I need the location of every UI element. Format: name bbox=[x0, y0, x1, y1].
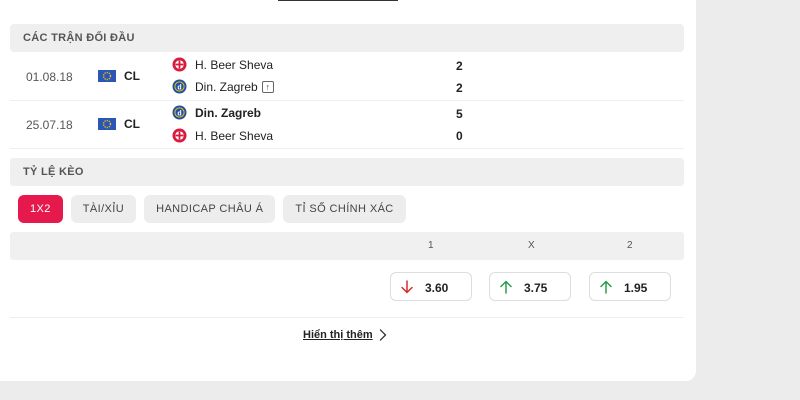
odd-away-button[interactable]: 1.95 bbox=[589, 272, 671, 301]
home-team: H. Beer Sheva bbox=[172, 57, 273, 72]
h2h-match-row[interactable]: 01.08.18 CL H. Beer Sheva 2 d Din. Zagre… bbox=[10, 53, 684, 101]
match-date: 25.07.18 bbox=[26, 118, 73, 132]
odd-value: 1.95 bbox=[624, 281, 648, 295]
competition-label: CL bbox=[124, 117, 140, 131]
h2h-title: CÁC TRẬN ĐỐI ĐẦU bbox=[23, 32, 135, 44]
tab-asian-handicap[interactable]: HANDICAP CHÂU Á bbox=[144, 195, 276, 223]
europe-flag-icon bbox=[98, 70, 116, 82]
team-name: Din. Zagreb bbox=[195, 105, 262, 120]
svg-text:d: d bbox=[177, 84, 181, 91]
home-score: 2 bbox=[456, 59, 463, 73]
tab-correct-score[interactable]: TỈ SỐ CHÍNH XÁC bbox=[283, 195, 406, 223]
show-more-link[interactable]: Hiển thị thêm bbox=[303, 329, 387, 341]
home-team: d Din. Zagreb bbox=[172, 105, 261, 120]
team-name: H. Beer Sheva bbox=[195, 128, 274, 143]
tab-over-under[interactable]: TÀI/XỈU bbox=[70, 195, 137, 223]
chevron-right-icon bbox=[379, 329, 386, 341]
column-away: 2 bbox=[627, 240, 633, 251]
away-team: d Din. Zagreb ↑ bbox=[172, 79, 274, 94]
odd-draw-button[interactable]: 3.75 bbox=[489, 272, 571, 301]
beer-sheva-logo-icon bbox=[172, 128, 187, 143]
show-more-label: Hiển thị thêm bbox=[303, 329, 373, 341]
away-team: H. Beer Sheva bbox=[172, 128, 273, 143]
dinamo-zagreb-logo-icon: d bbox=[172, 105, 187, 120]
beer-sheva-logo-icon bbox=[172, 57, 187, 72]
odds-title: TỶ LỆ KÈO bbox=[23, 166, 84, 178]
tab-1x2[interactable]: 1X2 bbox=[18, 195, 63, 223]
h2h-match-row[interactable]: 25.07.18 CL d Din. Zagreb 5 H. Beer Shev… bbox=[10, 101, 684, 149]
team-name: Din. Zagreb bbox=[195, 79, 258, 94]
odd-value: 3.60 bbox=[425, 281, 449, 295]
odds-section-header: TỶ LỆ KÈO bbox=[10, 158, 684, 186]
top-link-underline bbox=[278, 0, 398, 1]
arrow-up-icon bbox=[600, 280, 612, 294]
odds-column-header: 1 X 2 bbox=[10, 232, 684, 260]
odd-home-button[interactable]: 3.60 bbox=[390, 272, 472, 301]
odd-value: 3.75 bbox=[524, 281, 548, 295]
away-score: 2 bbox=[456, 81, 463, 95]
divider bbox=[10, 317, 684, 318]
match-detail-card: CÁC TRẬN ĐỐI ĐẦU 01.08.18 CL H. Beer She… bbox=[0, 0, 696, 381]
dinamo-zagreb-logo-icon: d bbox=[172, 79, 187, 94]
europe-flag-icon bbox=[98, 118, 116, 130]
arrow-up-icon bbox=[500, 280, 512, 294]
column-home: 1 bbox=[428, 240, 434, 251]
svg-text:d: d bbox=[177, 110, 181, 117]
away-score: 0 bbox=[456, 129, 463, 143]
home-score: 5 bbox=[456, 107, 463, 121]
odds-tabs: 1X2 TÀI/XỈU HANDICAP CHÂU Á TỈ SỐ CHÍNH … bbox=[18, 195, 406, 223]
column-draw: X bbox=[528, 240, 535, 251]
team-name: H. Beer Sheva bbox=[195, 57, 274, 72]
match-date: 01.08.18 bbox=[26, 70, 73, 84]
arrow-down-icon bbox=[401, 280, 413, 294]
h2h-section-header: CÁC TRẬN ĐỐI ĐẦU bbox=[10, 24, 684, 52]
advanced-arrow-icon: ↑ bbox=[261, 80, 274, 93]
competition-label: CL bbox=[124, 69, 140, 83]
